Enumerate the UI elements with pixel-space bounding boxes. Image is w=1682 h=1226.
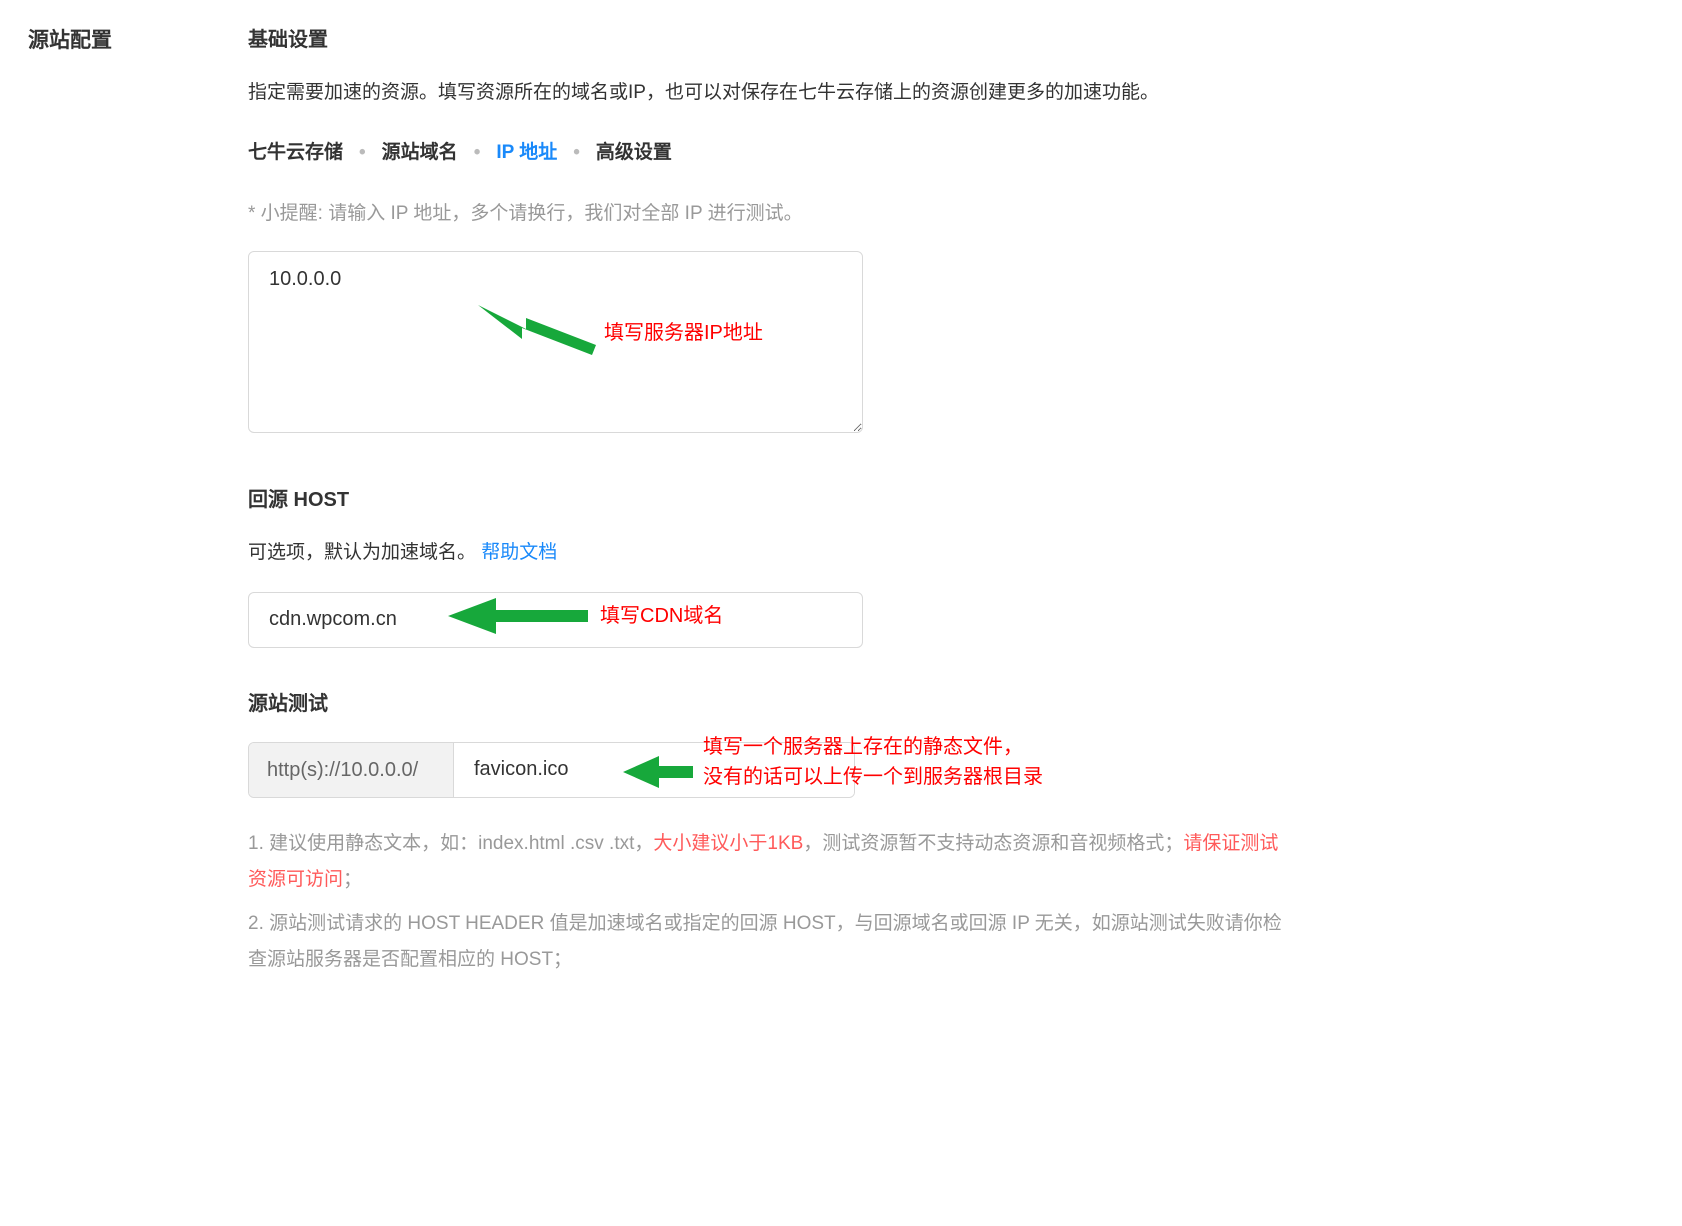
test-annotation-line2: 没有的话可以上传一个到服务器根目录: [703, 762, 1043, 792]
arrow-left-icon: [478, 305, 596, 361]
host-desc: 可选项，默认为加速域名。 帮助文档: [248, 538, 1288, 568]
ip-annotation: 填写服务器IP地址: [478, 305, 763, 361]
ip-annotation-text: 填写服务器IP地址: [604, 317, 763, 349]
basic-settings-desc: 指定需要加速的资源。填写资源所在的域名或IP，也可以对保存在七牛云存储上的资源创…: [248, 78, 1288, 108]
test-url-prefix: http(s)://10.0.0.0/: [249, 743, 454, 797]
tab-qiniu-storage[interactable]: 七牛云存储: [248, 138, 343, 168]
help-doc-link[interactable]: 帮助文档: [481, 542, 557, 563]
dot-separator-icon: •: [474, 138, 481, 168]
host-desc-text: 可选项，默认为加速域名。: [248, 542, 481, 563]
test-annotation-line1: 填写一个服务器上存在的静态文件，: [703, 732, 1043, 762]
note-1-b: ，测试资源暂不支持动态资源和音视频格式；: [803, 833, 1183, 854]
dot-separator-icon: •: [573, 138, 580, 168]
origin-type-tabs: 七牛云存储 • 源站域名 • IP 地址 • 高级设置: [248, 138, 1288, 168]
arrow-left-icon: [623, 752, 693, 792]
arrow-left-icon: [448, 596, 588, 636]
sidebar-title: 源站配置: [28, 24, 248, 58]
note-1-c: ；: [343, 869, 362, 890]
note-1-a: 1. 建议使用静态文本，如：index.html .csv .txt，: [248, 833, 653, 854]
test-title: 源站测试: [248, 688, 1288, 720]
ip-hint: * 小提醒: 请输入 IP 地址，多个请换行，我们对全部 IP 进行测试。: [248, 199, 1288, 229]
note-2: 2. 源站测试请求的 HOST HEADER 值是加速域名或指定的回源 HOST…: [248, 906, 1288, 978]
test-annotation: 填写一个服务器上存在的静态文件， 没有的话可以上传一个到服务器根目录: [623, 732, 1043, 792]
test-notes: 1. 建议使用静态文本，如：index.html .csv .txt，大小建议小…: [248, 826, 1288, 978]
note-1-red1: 大小建议小于1KB: [653, 833, 803, 854]
note-1: 1. 建议使用静态文本，如：index.html .csv .txt，大小建议小…: [248, 826, 1288, 898]
host-title: 回源 HOST: [248, 484, 1288, 516]
tab-origin-domain[interactable]: 源站域名: [382, 138, 458, 168]
basic-settings-title: 基础设置: [248, 24, 1288, 56]
dot-separator-icon: •: [359, 138, 366, 168]
host-annotation-text: 填写CDN域名: [600, 600, 723, 632]
host-annotation: 填写CDN域名: [448, 596, 723, 636]
tab-advanced[interactable]: 高级设置: [596, 138, 672, 168]
tab-ip-address[interactable]: IP 地址: [496, 138, 557, 168]
